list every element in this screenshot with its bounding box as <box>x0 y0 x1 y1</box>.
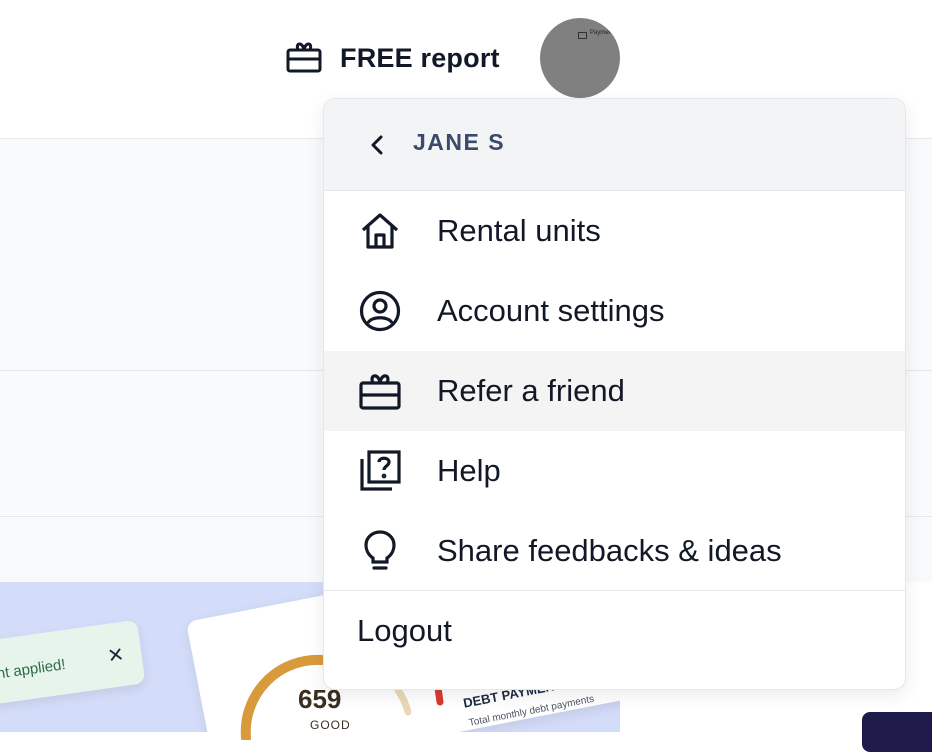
menu-item-account-settings[interactable]: Account settings <box>324 271 905 351</box>
gauge-arc-light <box>394 686 412 716</box>
score-label: GOOD <box>310 718 351 732</box>
free-report-button[interactable]: FREE report <box>286 38 500 78</box>
mini-card-icon <box>578 32 587 39</box>
menu-header: JANE S <box>324 99 905 191</box>
avatar-mini-text: Payments <box>590 30 617 36</box>
menu-item-refer-a-friend[interactable]: Refer a friend <box>324 351 905 431</box>
corner-button[interactable] <box>862 712 932 752</box>
account-dropdown-menu: JANE S Rental units Account settings Ref… <box>323 98 906 690</box>
help-question-icon <box>358 450 402 491</box>
avatar[interactable]: Payments <box>540 18 620 98</box>
toast-text: nt applied! <box>0 656 67 683</box>
gift-card-icon <box>358 371 402 411</box>
toast-notification: nt applied! ✕ <box>0 619 146 709</box>
user-name: JANE S <box>413 129 506 155</box>
menu-item-label: Rental units <box>437 213 601 248</box>
close-icon[interactable]: ✕ <box>106 642 126 669</box>
menu-item-rental-units[interactable]: Rental units <box>324 191 905 271</box>
menu-item-help[interactable]: Help <box>324 431 905 511</box>
logout-label: Logout <box>357 613 452 648</box>
gift-card-icon <box>286 39 322 78</box>
logout-button[interactable]: Logout <box>324 591 905 689</box>
menu-item-label: Help <box>437 453 501 488</box>
user-circle-icon <box>358 290 402 332</box>
gauge-red-mark <box>434 684 444 706</box>
menu-item-label: Refer a friend <box>437 373 625 408</box>
chevron-left-icon[interactable] <box>368 133 386 162</box>
menu-item-label: Share feedbacks & ideas <box>437 533 782 568</box>
menu-item-share-feedback[interactable]: Share feedbacks & ideas <box>324 511 905 591</box>
menu-item-label: Account settings <box>437 293 665 328</box>
house-icon <box>358 211 402 251</box>
free-report-label: FREE report <box>340 42 500 73</box>
lightbulb-icon <box>358 530 402 571</box>
